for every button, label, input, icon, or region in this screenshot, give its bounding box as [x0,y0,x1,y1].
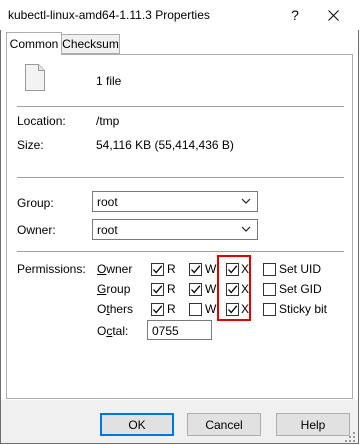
owner-value: root [97,223,118,237]
group-write-label: W [205,282,217,296]
group-read-checkbox[interactable] [151,283,164,296]
file-count: 1 file [96,74,122,88]
tab-checksum-label: Checksum [62,37,119,51]
help-button-label: Help [300,417,326,432]
perm-row-others-label: Others [97,302,134,316]
owner-special-checkbox[interactable] [263,263,276,276]
cancel-button-label: Cancel [205,417,243,432]
owner-special-label: Set UID [279,262,322,276]
size-label: Size: [17,138,44,152]
close-icon [327,9,339,21]
others-special-label: Sticky bit [279,302,328,316]
ok-button-label: OK [128,417,146,432]
permissions-label: Permissions: [17,262,86,276]
owner-label: Owner: [17,223,56,237]
others-read-checkbox[interactable] [151,303,164,316]
others-write-checkbox[interactable] [189,303,202,316]
group-value: root [97,195,118,209]
size-value: 54,116 KB (55,414,436 B) [96,138,234,152]
octal-input[interactable]: 0755 [147,320,212,340]
group-read-label: R [167,282,176,296]
help-button[interactable]: Help [276,413,350,436]
group-select[interactable]: root [92,191,258,212]
group-label: Group: [17,196,54,210]
perm-row-owner-label: Owner [97,262,133,276]
resize-grip-icon[interactable] [345,431,355,445]
execute-column-highlight [217,255,251,321]
perm-row-group-label: Group [97,282,131,296]
others-read-label: R [167,302,176,316]
group-special-label: Set GID [279,282,322,296]
tab-common-label: Common [9,37,59,51]
owner-write-checkbox[interactable] [189,263,202,276]
question-mark-icon: ? [291,7,299,23]
others-write-label: W [205,302,217,316]
others-special-checkbox[interactable] [263,303,276,316]
tab-checksum[interactable]: Checksum [61,34,120,54]
window-title: kubectl-linux-amd64-1.11.3 Properties [8,8,210,22]
location-label: Location: [17,114,66,128]
group-special-checkbox[interactable] [263,283,276,296]
separator [17,177,344,178]
cancel-button[interactable]: Cancel [187,413,261,436]
tab-common[interactable]: Common [6,32,62,55]
group-write-checkbox[interactable] [189,283,202,296]
location-value: /tmp [96,114,120,128]
chevron-down-icon [241,226,251,232]
octal-label: Octal: [97,324,129,338]
owner-read-checkbox[interactable] [151,263,164,276]
title-help-button[interactable]: ? [280,2,310,28]
chevron-down-icon [241,198,251,204]
owner-read-label: R [167,262,176,276]
separator [17,251,344,252]
ok-button[interactable]: OK [100,413,174,436]
separator [17,106,344,107]
owner-select[interactable]: root [92,219,258,240]
title-bar: kubectl-linux-amd64-1.11.3 Properties ? [0,0,359,30]
owner-write-label: W [205,262,217,276]
file-icon [25,64,45,94]
octal-value: 0755 [152,324,179,338]
close-button[interactable] [318,2,348,28]
